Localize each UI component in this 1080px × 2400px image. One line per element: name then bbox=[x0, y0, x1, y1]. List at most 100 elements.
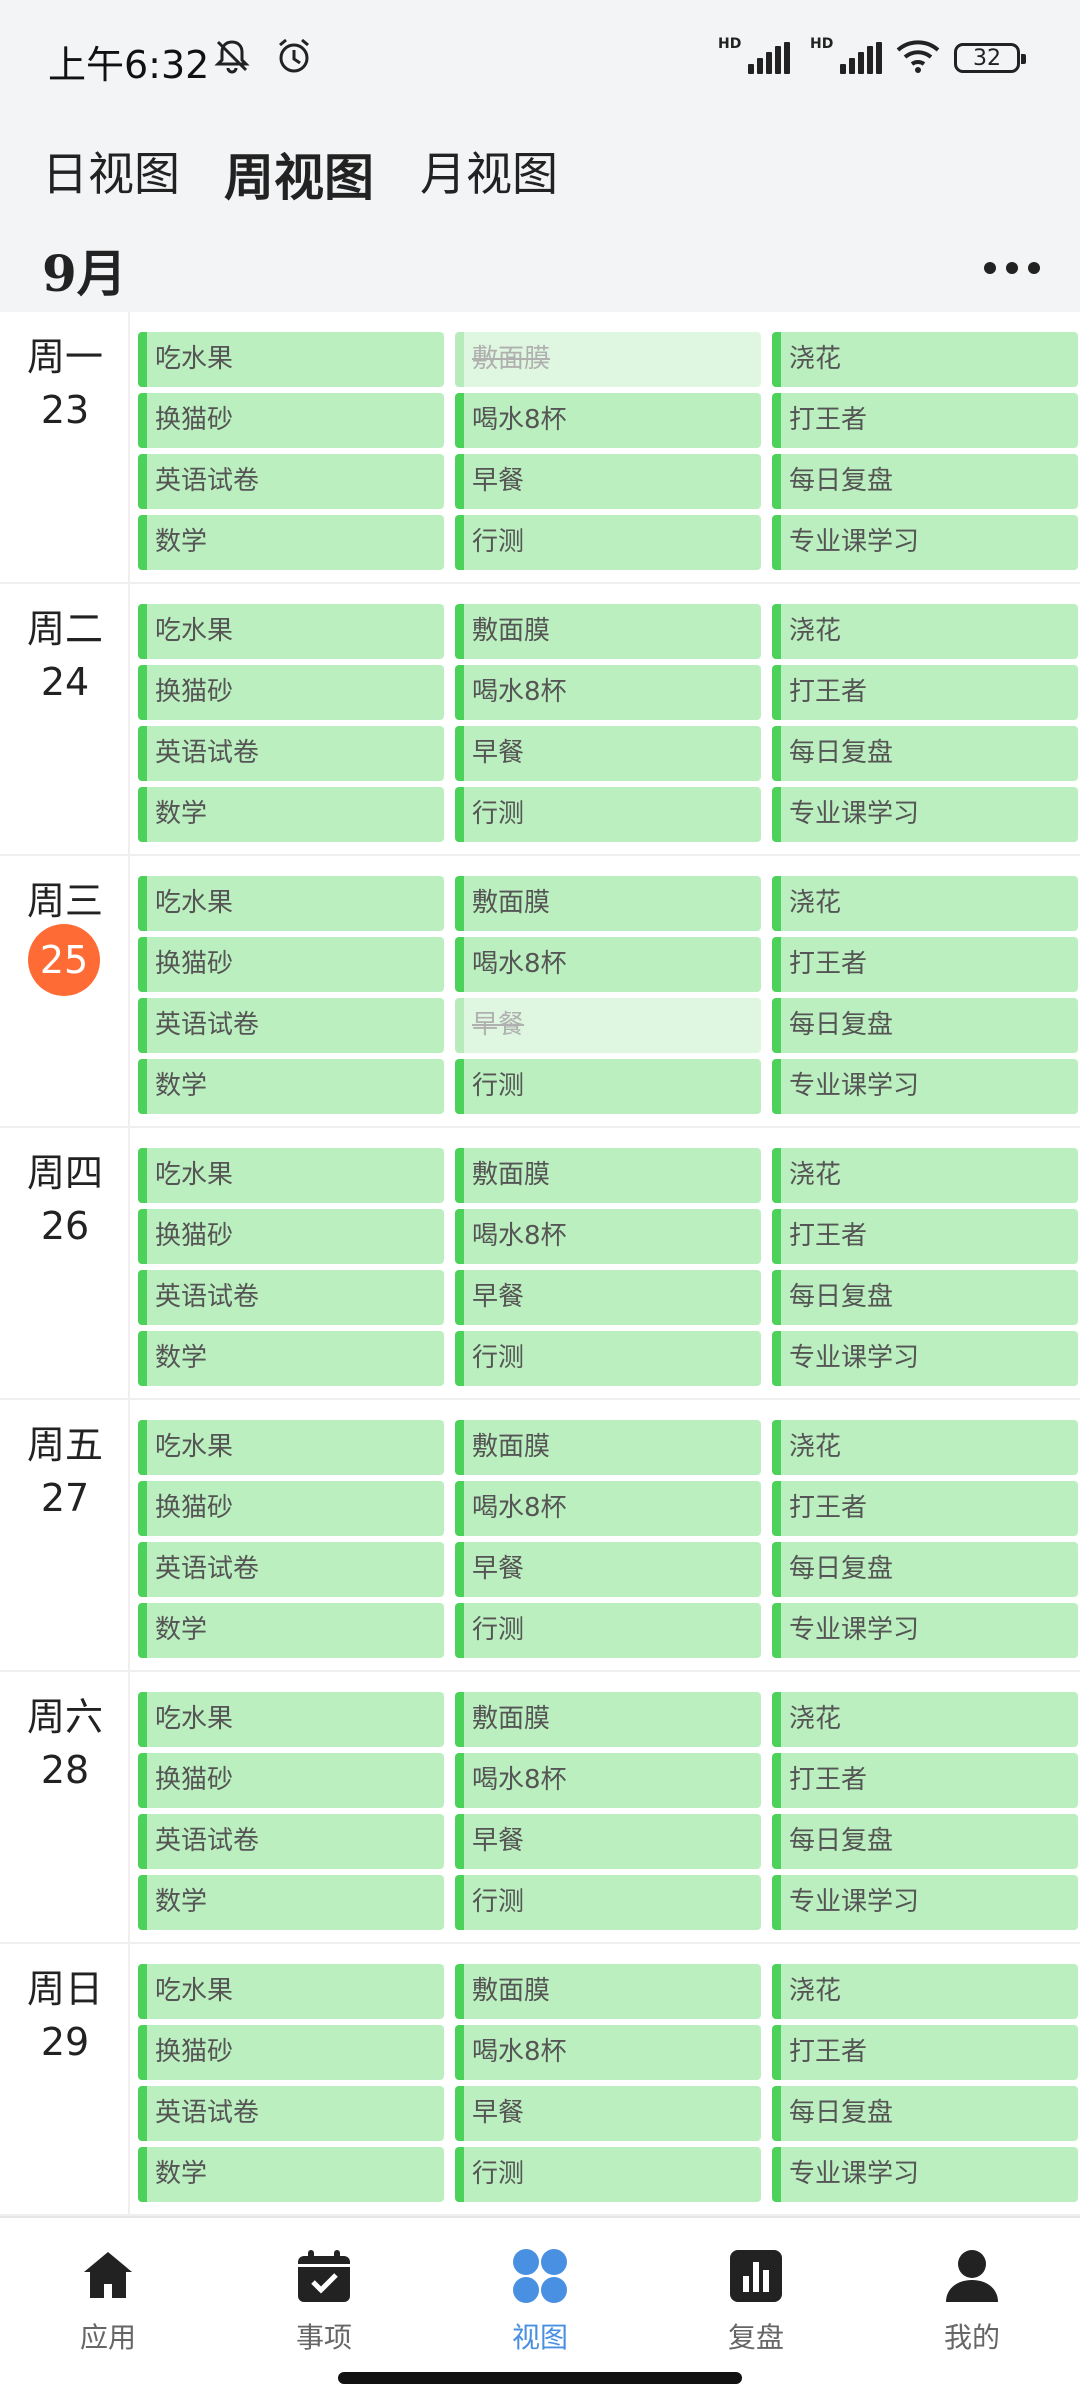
task-chip[interactable]: 吃水果 bbox=[138, 604, 444, 659]
task-chip[interactable]: 数学 bbox=[138, 515, 444, 570]
task-chip[interactable]: 吃水果 bbox=[138, 1420, 444, 1475]
hd-label: HD bbox=[810, 36, 834, 52]
task-chip[interactable]: 喝水8杯 bbox=[455, 665, 761, 720]
task-chip[interactable]: 每日复盘 bbox=[772, 1814, 1078, 1869]
task-chip[interactable]: 英语试卷 bbox=[138, 726, 444, 781]
tab-month-view[interactable]: 月视图 bbox=[420, 138, 558, 204]
task-chip[interactable]: 数学 bbox=[138, 1331, 444, 1386]
task-chip[interactable]: 专业课学习 bbox=[772, 1603, 1078, 1658]
task-chip[interactable]: 数学 bbox=[138, 1059, 444, 1114]
task-chip[interactable]: 浇花 bbox=[772, 1964, 1078, 2019]
task-chip[interactable]: 早餐 bbox=[455, 998, 761, 1053]
task-chip[interactable]: 打王者 bbox=[772, 1753, 1078, 1808]
task-chip[interactable]: 每日复盘 bbox=[772, 2086, 1078, 2141]
task-chip[interactable]: 每日复盘 bbox=[772, 1270, 1078, 1325]
week-list[interactable]: 周一 23 吃水果 敷面膜 浇花 换猫砂 喝水8杯 打王者 英语试卷 早餐 每日复盘 数学 行测 专业课学… bbox=[0, 312, 1080, 2216]
task-chip[interactable]: 换猫砂 bbox=[138, 393, 444, 448]
task-chip[interactable]: 早餐 bbox=[455, 1542, 761, 1597]
task-chip[interactable]: 早餐 bbox=[455, 2086, 761, 2141]
nav-item-view[interactable]: 视图 bbox=[480, 2234, 600, 2356]
task-chip[interactable]: 早餐 bbox=[455, 454, 761, 509]
task-chip[interactable]: 喝水8杯 bbox=[455, 2025, 761, 2080]
nav-item-apps[interactable]: 应用 bbox=[48, 2234, 168, 2356]
task-chip[interactable]: 早餐 bbox=[455, 1270, 761, 1325]
task-chip[interactable]: 喝水8杯 bbox=[455, 1753, 761, 1808]
task-chip[interactable]: 换猫砂 bbox=[138, 1481, 444, 1536]
task-chip[interactable]: 喝水8杯 bbox=[455, 393, 761, 448]
bar-chart-icon bbox=[728, 2248, 784, 2304]
task-chip[interactable]: 行测 bbox=[455, 2147, 761, 2202]
task-chip[interactable]: 敷面膜 bbox=[455, 1964, 761, 2019]
task-chip[interactable]: 专业课学习 bbox=[772, 515, 1078, 570]
task-chip[interactable]: 数学 bbox=[138, 1875, 444, 1930]
task-chip[interactable]: 英语试卷 bbox=[138, 2086, 444, 2141]
task-chip[interactable]: 专业课学习 bbox=[772, 1875, 1078, 1930]
task-chip[interactable]: 换猫砂 bbox=[138, 1753, 444, 1808]
task-chip[interactable]: 敷面膜 bbox=[455, 876, 761, 931]
task-chip[interactable]: 英语试卷 bbox=[138, 1542, 444, 1597]
task-chip[interactable]: 喝水8杯 bbox=[455, 937, 761, 992]
task-chip[interactable]: 每日复盘 bbox=[772, 1542, 1078, 1597]
task-chip[interactable]: 早餐 bbox=[455, 1814, 761, 1869]
task-chip[interactable]: 浇花 bbox=[772, 1420, 1078, 1475]
task-chip[interactable]: 打王者 bbox=[772, 1481, 1078, 1536]
task-chip[interactable]: 敷面膜 bbox=[455, 1692, 761, 1747]
task-chip[interactable]: 数学 bbox=[138, 2147, 444, 2202]
task-chip[interactable]: 数学 bbox=[138, 1603, 444, 1658]
task-chip[interactable]: 早餐 bbox=[455, 726, 761, 781]
task-chip[interactable]: 浇花 bbox=[772, 876, 1078, 931]
task-chip[interactable]: 专业课学习 bbox=[772, 2147, 1078, 2202]
task-chip[interactable]: 吃水果 bbox=[138, 1692, 444, 1747]
task-chip[interactable]: 数学 bbox=[138, 787, 444, 842]
task-chip[interactable]: 专业课学习 bbox=[772, 787, 1078, 842]
nav-item-review[interactable]: 复盘 bbox=[696, 2234, 816, 2356]
task-chip[interactable]: 换猫砂 bbox=[138, 1209, 444, 1264]
task-chip[interactable]: 敷面膜 bbox=[455, 604, 761, 659]
task-chip[interactable]: 喝水8杯 bbox=[455, 1481, 761, 1536]
task-chip[interactable]: 行测 bbox=[455, 787, 761, 842]
tab-day-view[interactable]: 日视图 bbox=[42, 138, 180, 204]
task-chip[interactable]: 换猫砂 bbox=[138, 665, 444, 720]
task-chip[interactable]: 浇花 bbox=[772, 332, 1078, 387]
nav-item-tasks[interactable]: 事项 bbox=[264, 2234, 384, 2356]
task-chip[interactable]: 敷面膜 bbox=[455, 1420, 761, 1475]
task-chip[interactable]: 每日复盘 bbox=[772, 454, 1078, 509]
more-options-icon[interactable] bbox=[984, 262, 1040, 274]
task-chip[interactable]: 行测 bbox=[455, 515, 761, 570]
date-number: 28 bbox=[40, 1748, 90, 1792]
task-chip[interactable]: 打王者 bbox=[772, 937, 1078, 992]
task-chip[interactable]: 英语试卷 bbox=[138, 1270, 444, 1325]
task-chip[interactable]: 行测 bbox=[455, 1059, 761, 1114]
task-chip[interactable]: 打王者 bbox=[772, 665, 1078, 720]
task-chip[interactable]: 吃水果 bbox=[138, 876, 444, 931]
home-indicator[interactable] bbox=[338, 2372, 742, 2384]
task-chip[interactable]: 专业课学习 bbox=[772, 1331, 1078, 1386]
task-chip[interactable]: 每日复盘 bbox=[772, 998, 1078, 1053]
tab-week-view[interactable]: 周视图 bbox=[224, 138, 374, 210]
task-chip[interactable]: 专业课学习 bbox=[772, 1059, 1078, 1114]
task-chip[interactable]: 浇花 bbox=[772, 1692, 1078, 1747]
task-chip[interactable]: 吃水果 bbox=[138, 1148, 444, 1203]
task-chip[interactable]: 喝水8杯 bbox=[455, 1209, 761, 1264]
task-chip[interactable]: 行测 bbox=[455, 1875, 761, 1930]
task-chip[interactable]: 英语试卷 bbox=[138, 1814, 444, 1869]
task-chip[interactable]: 打王者 bbox=[772, 2025, 1078, 2080]
task-chip[interactable]: 每日复盘 bbox=[772, 726, 1078, 781]
task-chip[interactable]: 浇花 bbox=[772, 604, 1078, 659]
task-chip[interactable]: 敷面膜 bbox=[455, 1148, 761, 1203]
task-chip[interactable]: 吃水果 bbox=[138, 332, 444, 387]
task-chip[interactable]: 英语试卷 bbox=[138, 454, 444, 509]
task-chip[interactable]: 吃水果 bbox=[138, 1964, 444, 2019]
task-chip[interactable]: 打王者 bbox=[772, 1209, 1078, 1264]
task-chip[interactable]: 换猫砂 bbox=[138, 937, 444, 992]
task-chip[interactable]: 换猫砂 bbox=[138, 2025, 444, 2080]
task-chip[interactable]: 英语试卷 bbox=[138, 998, 444, 1053]
task-chip[interactable]: 打王者 bbox=[772, 393, 1078, 448]
task-chip[interactable]: 行测 bbox=[455, 1331, 761, 1386]
nav-item-profile[interactable]: 我的 bbox=[912, 2234, 1032, 2356]
task-chip[interactable]: 浇花 bbox=[772, 1148, 1078, 1203]
task-chip[interactable]: 行测 bbox=[455, 1603, 761, 1658]
day-row: 周三 25 吃水果 敷面膜 浇花 换猫砂 喝水8杯 打王者 英语试卷 早餐 每日复盘 数学 行测 专业课学… bbox=[0, 856, 1080, 1128]
status-right-icons: HD HD 32 bbox=[718, 36, 1026, 78]
task-chip[interactable]: 敷面膜 bbox=[455, 332, 761, 387]
